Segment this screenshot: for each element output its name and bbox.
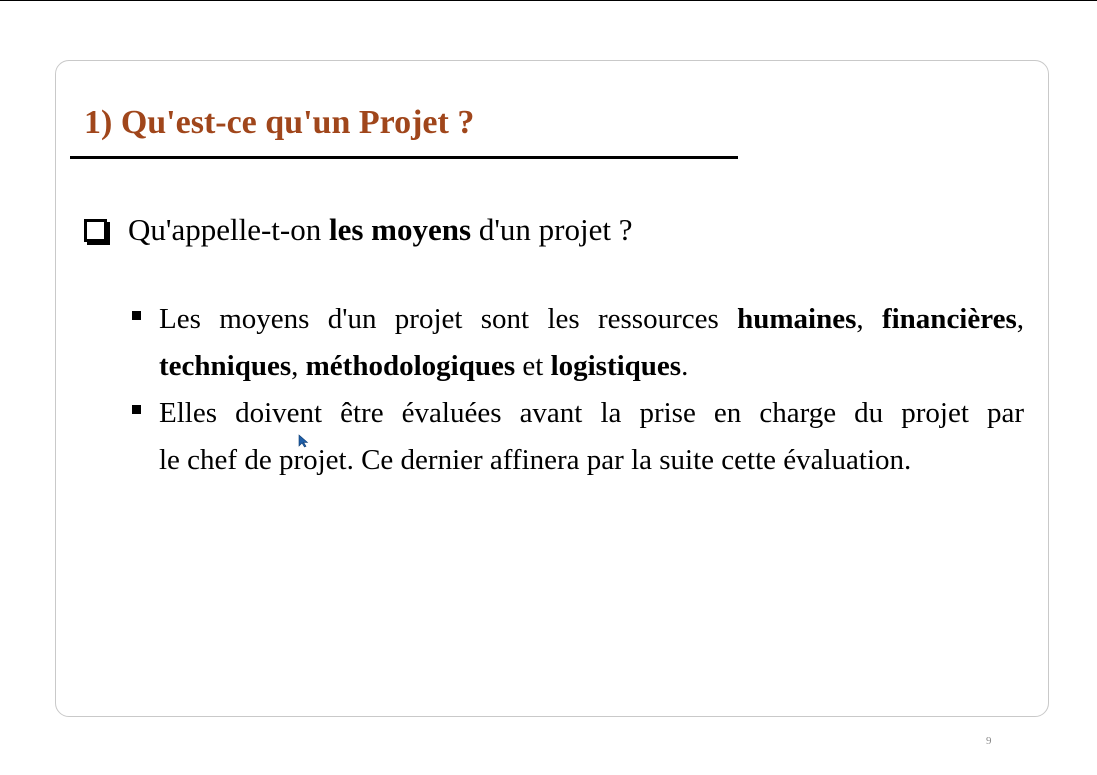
list-item: Les moyens d'un projet sont les ressourc…	[132, 296, 1024, 390]
bullet-1-text-3: ,	[1016, 303, 1024, 335]
bullet-1-line-1: Les moyens d'un projet sont les ressourc…	[159, 296, 1024, 343]
bullet-2-line-2: le chef de projet. Ce dernier affinera p…	[159, 444, 912, 476]
bullet-1-text-6: .	[681, 350, 689, 382]
bullet-1-bold-humaines: humaines	[737, 303, 857, 335]
checkbox-icon	[84, 218, 107, 242]
bullet-list: Les moyens d'un projet sont les ressourc…	[132, 296, 1024, 484]
question-text-after: d'un projet ?	[471, 212, 633, 247]
bullet-1-text-4: ,	[291, 350, 306, 382]
slide-title: 1) Qu'est-ce qu'un Projet ?	[84, 104, 475, 141]
title-underline	[70, 156, 738, 159]
mouse-pointer-icon	[298, 434, 309, 448]
list-item: Elles doivent être évaluées avant la pri…	[132, 390, 1024, 484]
question-line: Qu'appelle-t-on les moyens d'un projet ?	[84, 212, 632, 248]
square-bullet-icon	[132, 405, 141, 414]
bullet-1-bold-logistiques: logistiques	[550, 350, 682, 382]
question-text-before: Qu'appelle-t-on	[128, 212, 329, 247]
bullet-1-text-5: et	[515, 350, 551, 382]
bullet-1-text-1: Les moyens d'un projet sont les ressourc…	[159, 303, 738, 335]
bullet-1-text-2: ,	[856, 303, 882, 335]
bullet-1-bold-methodologiques: méthodologiques	[305, 350, 516, 382]
bullet-2-line-1: Elles doivent être évaluées avant la pri…	[159, 397, 1024, 429]
question-text-bold: les moyens	[329, 212, 472, 247]
square-bullet-icon	[132, 311, 141, 320]
top-border-line	[0, 0, 1097, 1]
question-text: Qu'appelle-t-on les moyens d'un projet ?	[128, 212, 632, 248]
bullet-1-bold-techniques: techniques	[159, 350, 292, 382]
page-number: 9	[986, 735, 992, 747]
bullet-1-bold-financieres: financières	[881, 303, 1017, 335]
bullet-1-line-2: techniques, méthodologiques et logistiqu…	[159, 343, 1024, 390]
